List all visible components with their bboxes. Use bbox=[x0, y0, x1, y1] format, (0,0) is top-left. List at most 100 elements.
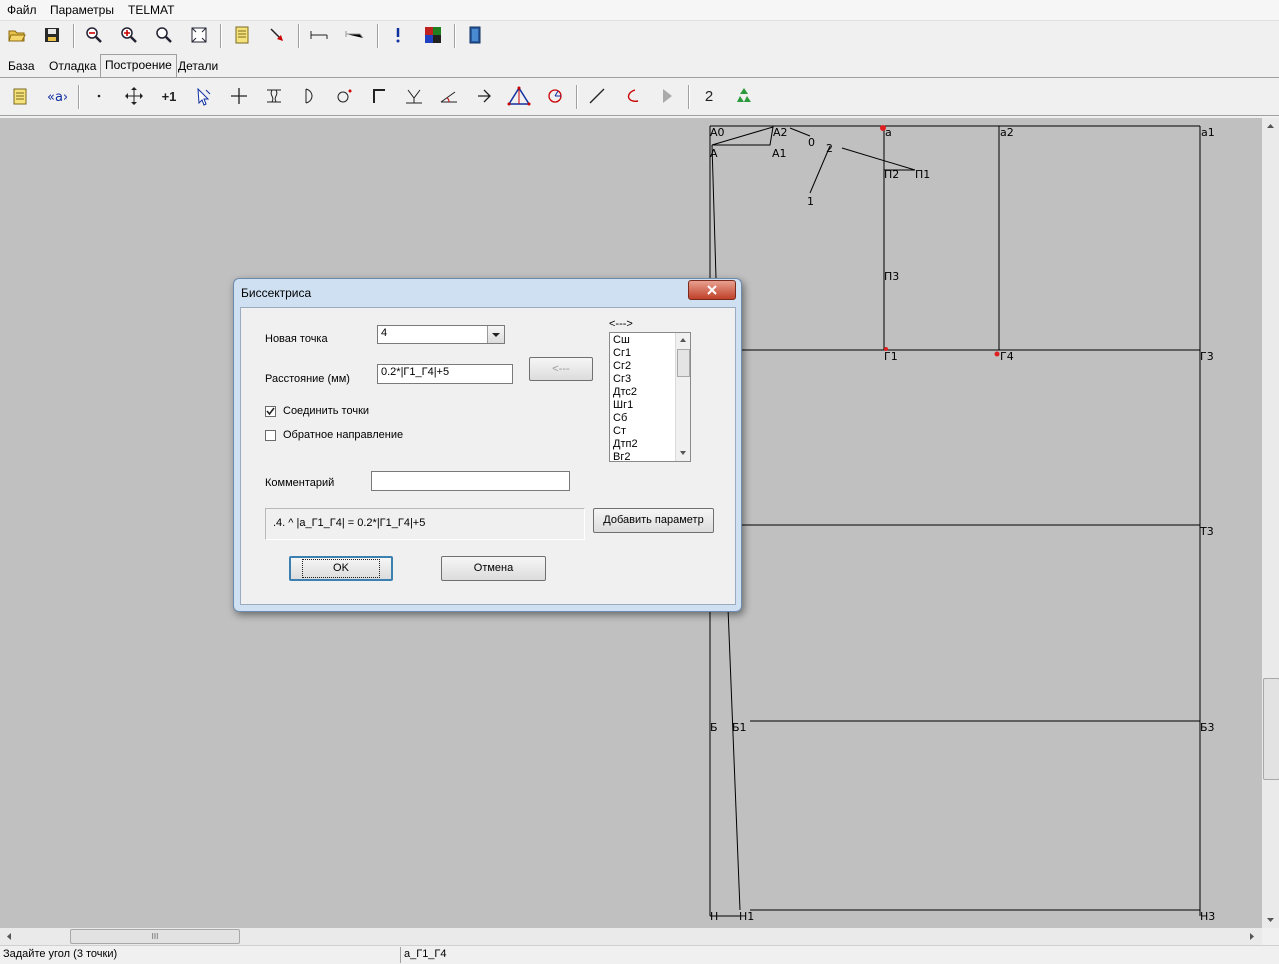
dot-point-button[interactable] bbox=[87, 84, 111, 108]
list-item[interactable]: Вг2 bbox=[611, 451, 673, 461]
plus-one-label: +1 bbox=[161, 88, 177, 104]
arc-point-button[interactable] bbox=[297, 84, 321, 108]
cancel-button[interactable]: Отмена bbox=[441, 556, 546, 581]
number-button[interactable]: 2 bbox=[697, 84, 721, 108]
checkmark-icon bbox=[266, 407, 275, 416]
notes-button[interactable] bbox=[230, 23, 254, 47]
status-divider bbox=[400, 947, 401, 963]
measure-button[interactable] bbox=[307, 23, 331, 47]
direction-button[interactable] bbox=[472, 84, 496, 108]
exit-button[interactable] bbox=[463, 23, 487, 47]
document-icon bbox=[235, 26, 249, 44]
close-button[interactable] bbox=[688, 280, 736, 300]
show-points-button[interactable]: «a» bbox=[44, 84, 68, 108]
pointer-button[interactable] bbox=[265, 23, 289, 47]
vertical-scroll-thumb[interactable] bbox=[1263, 678, 1279, 780]
save-button[interactable] bbox=[40, 23, 64, 47]
ok-button[interactable]: OK bbox=[289, 556, 393, 581]
diagonal-line-icon bbox=[589, 88, 605, 104]
list-item[interactable]: Сг1 bbox=[611, 347, 673, 360]
distance-label: Расстояние (мм) bbox=[265, 373, 350, 385]
list-item[interactable]: Сг2 bbox=[611, 360, 673, 373]
distance-input[interactable]: 0.2*|Г1_Г4|+5 bbox=[377, 364, 513, 384]
angle-icon bbox=[440, 91, 457, 103]
recycle-icon bbox=[737, 88, 751, 102]
new-point-value: 4 bbox=[381, 327, 388, 339]
list-item[interactable]: Ст bbox=[611, 425, 673, 438]
zoom-button[interactable] bbox=[152, 23, 176, 47]
point-label: А0 bbox=[710, 126, 725, 139]
connect-points-checkbox[interactable] bbox=[265, 406, 276, 417]
connect-points-label: Соединить точки bbox=[283, 405, 370, 417]
tab-details[interactable]: Детали bbox=[174, 56, 222, 76]
point-label: П2 bbox=[884, 168, 900, 181]
dot-icon bbox=[97, 94, 101, 98]
arrow-right-icon bbox=[478, 89, 491, 103]
point-label: П1 bbox=[915, 168, 931, 181]
list-item[interactable]: Сб bbox=[611, 412, 673, 425]
horizontal-scrollbar[interactable]: III bbox=[0, 928, 1262, 945]
point-list-button[interactable] bbox=[8, 84, 32, 108]
add-parameter-button[interactable]: Добавить параметр bbox=[593, 508, 714, 533]
formula-text: .4. ^ |а_Г1_Г4| = 0.2*|Г1_Г4|+5 bbox=[273, 517, 426, 529]
status-message: Задайте угол (3 точки) bbox=[3, 948, 118, 960]
parameter-list[interactable]: Сш Сг1 Сг2 Сг3 Дтс2 Шг1 Сб Ст Дтп2 Вг2 bbox=[609, 332, 691, 462]
status-selection: а_Г1_Г4 bbox=[404, 948, 447, 960]
colors-button[interactable] bbox=[421, 23, 445, 47]
angle-button[interactable] bbox=[437, 84, 461, 108]
list-scroll-thumb[interactable] bbox=[677, 349, 690, 377]
corner-icon bbox=[373, 89, 385, 103]
point-label: 0 bbox=[808, 136, 815, 149]
list-item[interactable]: Сш bbox=[611, 334, 673, 347]
vertical-scrollbar[interactable] bbox=[1262, 118, 1279, 928]
menu-parameters[interactable]: Параметры bbox=[50, 3, 114, 17]
bisector-button[interactable] bbox=[507, 84, 531, 108]
cross-point-button[interactable] bbox=[227, 84, 251, 108]
select-tool-button[interactable] bbox=[192, 84, 216, 108]
play-button[interactable] bbox=[655, 84, 679, 108]
half-arc-icon bbox=[305, 88, 313, 104]
list-item[interactable]: Дтс2 bbox=[611, 386, 673, 399]
list-item[interactable]: Дтп2 bbox=[611, 438, 673, 451]
recycle-button[interactable] bbox=[732, 84, 756, 108]
corner-button[interactable] bbox=[367, 84, 391, 108]
zoom-fit-button[interactable] bbox=[187, 23, 211, 47]
number-label: 2 bbox=[704, 87, 714, 105]
reverse-direction-checkbox[interactable] bbox=[265, 430, 276, 441]
curve-button[interactable] bbox=[620, 84, 644, 108]
tab-base[interactable]: База bbox=[4, 56, 39, 76]
perpendicular-button[interactable] bbox=[402, 84, 426, 108]
line-button[interactable] bbox=[585, 84, 609, 108]
insert-param-button[interactable]: <--- bbox=[529, 357, 593, 381]
point-label: А bbox=[710, 147, 718, 160]
tab-debug[interactable]: Отладка bbox=[45, 56, 100, 76]
list-scrollbar[interactable] bbox=[675, 333, 690, 461]
plus-one-button[interactable]: +1 bbox=[157, 84, 181, 108]
horizontal-scroll-thumb[interactable]: III bbox=[70, 929, 240, 944]
at-sign-icon: «a» bbox=[47, 90, 67, 105]
red-arrow-icon bbox=[270, 28, 283, 41]
cursor-select-icon bbox=[197, 87, 211, 106]
alert-button[interactable] bbox=[386, 23, 410, 47]
zoom-in-button[interactable] bbox=[117, 23, 141, 47]
zoom-out-button[interactable] bbox=[82, 23, 106, 47]
fit-page-icon bbox=[191, 27, 207, 43]
menu-file[interactable]: Файл bbox=[7, 3, 37, 17]
arc-angle-button[interactable] bbox=[543, 84, 567, 108]
comment-input[interactable] bbox=[371, 471, 570, 491]
circle-point-button[interactable] bbox=[332, 84, 356, 108]
move-point-button[interactable] bbox=[122, 84, 146, 108]
open-file-button[interactable] bbox=[5, 23, 29, 47]
menu-telmat[interactable]: TELMAT bbox=[128, 3, 174, 17]
measure-angle-button[interactable] bbox=[342, 23, 366, 47]
list-item[interactable]: Шг1 bbox=[611, 399, 673, 412]
chevron-down-icon bbox=[492, 333, 500, 337]
play-triangle-icon bbox=[663, 89, 672, 103]
point-label: А1 bbox=[772, 147, 787, 160]
circle-point-icon bbox=[337, 89, 352, 103]
new-point-select[interactable]: 4 bbox=[377, 325, 505, 344]
list-item[interactable]: Сг3 bbox=[611, 373, 673, 386]
dropdown-button[interactable] bbox=[487, 326, 504, 343]
tab-construction[interactable]: Построение bbox=[100, 54, 177, 77]
intersection-button[interactable] bbox=[262, 84, 286, 108]
